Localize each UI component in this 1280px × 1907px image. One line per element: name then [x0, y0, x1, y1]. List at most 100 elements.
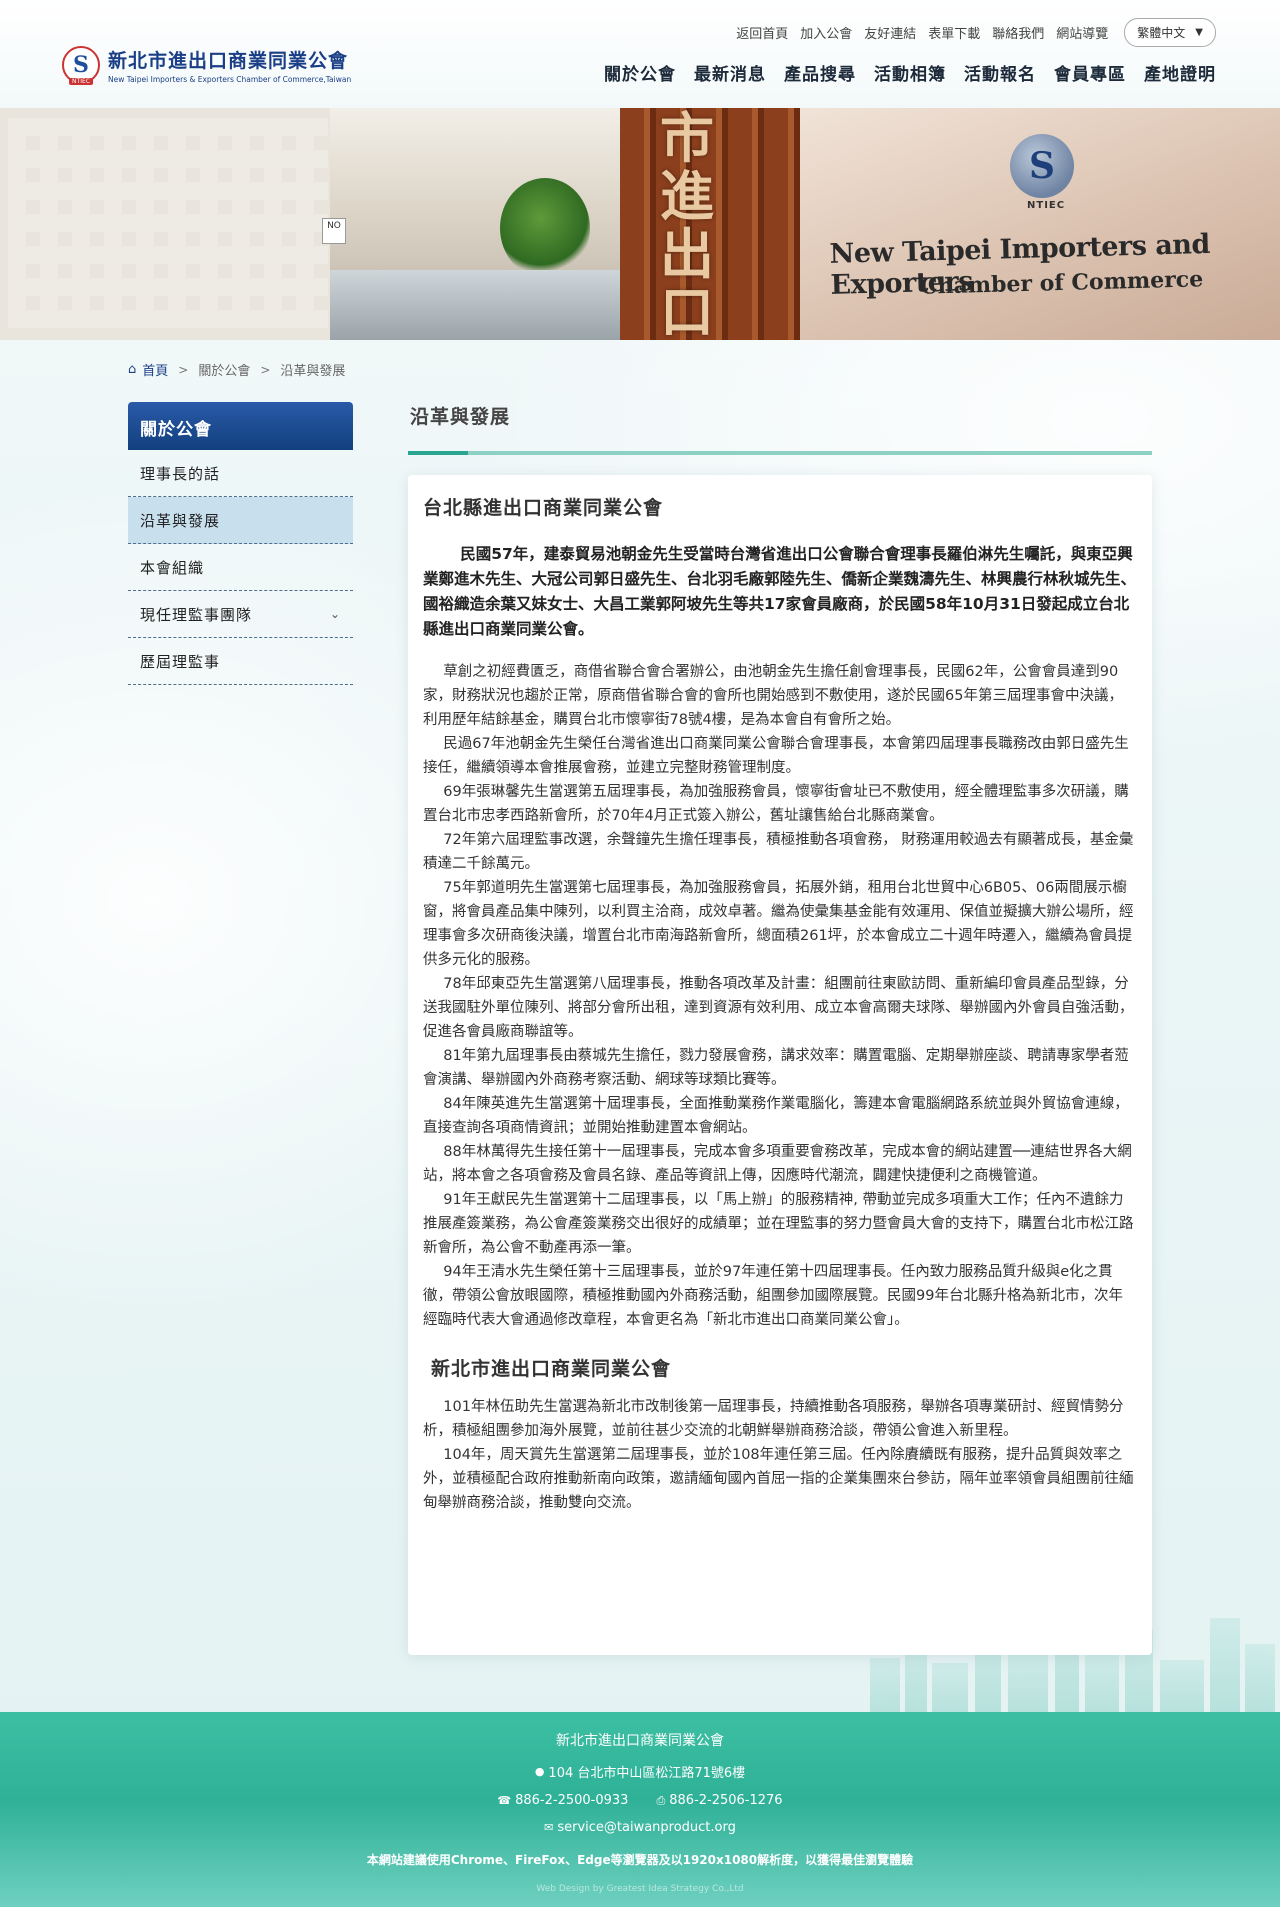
history-paragraph: 75年郭道明先生當選第七屆理事長，為加強服務會員，拓展外銷，租用台北世貿中心6B…: [423, 880, 1134, 968]
logo-letter: S: [73, 52, 89, 78]
home-icon: ⌂: [128, 362, 137, 377]
history-paragraph: 84年陳英進先生當選第十屆理事長，全面推動業務作業電腦化，籌建本會電腦網路系統並…: [423, 1096, 1129, 1136]
language-select[interactable]: 繁體中文 ▼: [1124, 18, 1216, 47]
history-paragraph: 104年，周天賞先生當選第二屆理事長，並於108年連任第三屆。任內除賡續既有服務…: [423, 1447, 1134, 1511]
top-link-sitemap[interactable]: 網站導覽: [1056, 23, 1108, 42]
sidebar-item-chairman-message[interactable]: 理事長的話: [128, 450, 353, 497]
sidebar-item-label: 理事長的話: [140, 464, 221, 483]
history-article: 台北縣進出口商業同業公會 民國57年，建泰貿易池朝金先生受當時台灣省進出口公會聯…: [408, 475, 1152, 1655]
wood-sign-char: 商: [660, 326, 714, 340]
footer-fax: 886-2-2506-1276: [669, 1793, 783, 1808]
sidebar-item-label: 本會組織: [140, 558, 205, 577]
history-paragraph: 101年林伍助先生當選為新北市改制後第一屆理事長，持續推動各項服務，舉辦各項專業…: [423, 1399, 1124, 1439]
banner-office-interior: NO: [322, 108, 620, 340]
sidebar-item-label: 現任理監事團隊: [140, 605, 253, 624]
breadcrumb: ⌂ 首頁 > 關於公會 > 沿革與發展: [128, 360, 345, 379]
sidebar-item-label: 沿革與發展: [140, 511, 221, 530]
history-paragraph: 91年王獻民先生當選第十二屆理事長，以「馬上辦」的服務精神, 帶動並完成多項重大…: [423, 1192, 1134, 1256]
skyline-building: [1008, 1648, 1048, 1718]
section-title-new-taipei: 新北市進出口商業同業公會: [431, 1358, 672, 1380]
history-paragraph: 94年王清水先生榮任第十三屆理事長，並於97年連任第十四屆理事長。任內致力服務品…: [423, 1264, 1123, 1328]
footer-phone[interactable]: 886-2-2500-0933: [515, 1793, 628, 1808]
main-nav: 關於公會 最新消息 產品搜尋 活動相簿 活動報名 會員專區 產地證明: [586, 60, 1216, 85]
logo-emblem-icon: S NTIEC: [62, 46, 100, 85]
logo-subtitle: New Taipei Importers & Exporters Chamber…: [108, 75, 352, 84]
title-underline: [408, 451, 1152, 455]
skyline-building: [870, 1658, 900, 1718]
site-header: S NTIEC 新北市進出口商業同業公會 New Taipei Importer…: [0, 0, 1280, 108]
page-title: 沿革與發展: [410, 406, 511, 428]
nav-product-search[interactable]: 產品搜尋: [784, 60, 856, 85]
top-link-join[interactable]: 加入公會: [800, 23, 852, 42]
footer-address: 104 台北市中山區松江路71號6樓: [548, 1766, 746, 1781]
language-value: 繁體中文: [1137, 26, 1186, 40]
footer-fax-group: ⎙ 886-2-2506-1276: [656, 1793, 782, 1808]
wall-logo-letter: S: [1029, 145, 1055, 187]
nav-member-area[interactable]: 會員專區: [1054, 60, 1126, 85]
history-paragraph: 草創之初經費匱乏，商借省聯合會合署辦公，由池朝金先生擔任創會理事長，民國62年，…: [423, 664, 1123, 728]
history-paragraph: 81年第九屆理事長由蔡城先生擔任，戮力發展會務，講求效率：購置電腦、定期舉辦座談…: [423, 1048, 1129, 1088]
footer-contact-row: ☎ 886-2-2500-0933 ⎙ 886-2-2506-1276: [0, 1793, 1280, 1808]
sidebar-item-current-board[interactable]: 現任理監事團隊 ⌄: [128, 591, 353, 638]
nav-origin-certificate[interactable]: 產地證明: [1144, 60, 1216, 85]
top-link-friendly-links[interactable]: 友好連結: [864, 23, 916, 42]
main-content: 沿革與發展 台北縣進出口商業同業公會 民國57年，建泰貿易池朝金先生受當時台灣省…: [408, 400, 1152, 1655]
logo-title: 新北市進出口商業同業公會: [108, 50, 349, 72]
map-pin-icon: ●: [534, 1765, 545, 1778]
breadcrumb-about[interactable]: 關於公會: [198, 360, 250, 379]
sidebar-item-history[interactable]: 沿革與發展: [128, 497, 353, 544]
history-paragraph: 78年邱東亞先生當選第八屆理事長，推動各項改革及計畫：組團前往東歐訪問、重新編印…: [423, 976, 1134, 1040]
footer-org-name: 新北市進出口商業同業公會: [556, 1733, 724, 1749]
wall-logo-tag: NTIEC: [1027, 200, 1066, 211]
skyline-building: [932, 1663, 968, 1718]
sidebar: 關於公會 理事長的話 沿革與發展 本會組織 現任理監事團隊 ⌄ 歷屆理監事: [128, 402, 353, 685]
breadcrumb-home[interactable]: 首頁: [142, 360, 168, 379]
history-paragraph: 88年林萬得先生接任第十一屆理事長，完成本會多項重要會務改革，完成本會的網站建置…: [423, 1144, 1132, 1184]
phone-icon: ☎: [497, 1794, 512, 1807]
nav-photo-album[interactable]: 活動相簿: [874, 60, 946, 85]
sidebar-item-organization[interactable]: 本會組織: [128, 544, 353, 591]
caret-down-icon: ▼: [1195, 27, 1203, 38]
chevron-right-icon: >: [178, 362, 189, 377]
skyline-building: [1210, 1618, 1240, 1718]
footer-address-row: ● 104 台北市中山區松江路71號6樓: [0, 1762, 1280, 1781]
footer-email-row: ✉ service@taiwanproduct.org: [0, 1820, 1280, 1835]
footer-browser-note: 本網站建議使用Chrome、FireFox、Edge等瀏覽器及以1920x108…: [366, 1853, 914, 1867]
hero-banner: NO 市 進 出 口 商 S NTIEC New Taipei Importer…: [0, 108, 1280, 340]
footer-email-link[interactable]: service@taiwanproduct.org: [557, 1820, 736, 1835]
nav-news[interactable]: 最新消息: [694, 60, 766, 85]
lead-paragraph: 民國57年，建泰貿易池朝金先生受當時台灣省進出口公會聯合會理事長羅伯淋先生囑託，…: [423, 545, 1137, 638]
site-footer: 新北市進出口商業同業公會 ● 104 台北市中山區松江路71號6樓 ☎ 886-…: [0, 1712, 1280, 1907]
sidebar-item-label: 歷屆理監事: [140, 652, 221, 671]
history-paragraph: 69年張琳馨先生當選第五屆理事長，為加強服務會員，懷寧街會址已不敷使用，經全體理…: [423, 784, 1129, 824]
no-smoking-sign: NO: [322, 218, 346, 244]
nav-about[interactable]: 關於公會: [604, 60, 676, 85]
chevron-right-icon: >: [260, 362, 271, 377]
top-utility-nav: 返回首頁 加入公會 友好連結 表單下載 聯絡我們 網站導覽 繁體中文 ▼: [724, 18, 1216, 47]
section-title-taipei-county: 台北縣進出口商業同業公會: [423, 497, 664, 519]
sidebar-item-past-boards[interactable]: 歷屆理監事: [128, 638, 353, 685]
footer-phone-group: ☎ 886-2-2500-0933: [497, 1793, 628, 1808]
top-link-home[interactable]: 返回首頁: [736, 23, 788, 42]
footer-credit[interactable]: Web Design by Greatest Idea Strategy Co.…: [0, 1884, 1280, 1894]
skyline-building: [1245, 1644, 1275, 1718]
site-logo[interactable]: S NTIEC 新北市進出口商業同業公會 New Taipei Importer…: [62, 46, 352, 85]
banner-window-panes: [8, 118, 328, 328]
top-link-forms[interactable]: 表單下載: [928, 23, 980, 42]
fax-icon: ⎙: [656, 1793, 666, 1807]
chevron-down-icon[interactable]: ⌄: [330, 607, 341, 621]
skyline-building: [1160, 1660, 1204, 1718]
sidebar-title: 關於公會: [128, 402, 353, 450]
mail-icon: ✉: [544, 1821, 554, 1834]
breadcrumb-current: 沿革與發展: [280, 364, 346, 379]
title-underline-accent: [408, 451, 468, 455]
history-paragraph: 民過67年池朝金先生榮任台灣省進出口商業同業公會聯合會理事長，本會第四屆理事長職…: [423, 736, 1129, 776]
logo-tag: NTIEC: [69, 78, 93, 85]
desk-image: [330, 270, 620, 340]
top-link-contact[interactable]: 聯絡我們: [992, 23, 1044, 42]
skyline-building: [1085, 1653, 1119, 1718]
nav-event-signup[interactable]: 活動報名: [964, 60, 1036, 85]
history-paragraph: 72年第六屆理監事改選，余聲鐘先生擔任理事長，積極推動各項會務， 財務運用較過去…: [423, 832, 1134, 872]
